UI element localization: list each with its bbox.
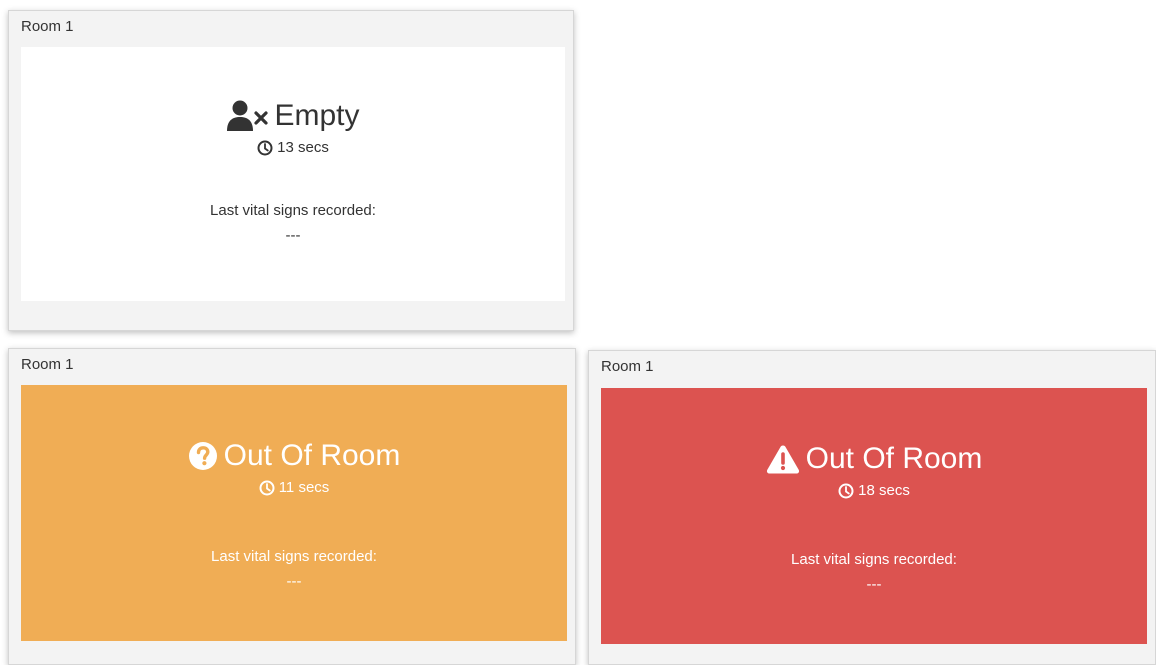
warning-triangle-icon (766, 444, 800, 474)
status-panel: Empty 13 secs Last vital signs recorded:… (21, 47, 565, 301)
vitals-label: Last vital signs recorded: (211, 548, 377, 565)
room-title: Room 1 (601, 358, 654, 375)
elapsed-time: 11 secs (278, 479, 330, 496)
room-card-empty[interactable]: Room 1 Empty 13 secs Last vital signs re… (8, 10, 574, 331)
vitals-value: --- (286, 573, 302, 590)
question-circle-icon (188, 441, 218, 471)
elapsed-time: 18 secs (858, 482, 910, 499)
clock-icon (257, 140, 273, 156)
status-label: Out Of Room (805, 442, 983, 475)
clock-icon (259, 480, 275, 496)
vitals-label: Last vital signs recorded: (791, 551, 957, 568)
status-label: Empty (274, 99, 360, 132)
room-title: Room 1 (21, 356, 74, 373)
user-times-icon (226, 100, 269, 132)
status-panel: Out Of Room 18 secs Last vital signs rec… (601, 388, 1147, 644)
clock-icon (838, 483, 854, 499)
room-card-out-of-room-alert[interactable]: Room 1 Out Of Room 18 secs Last vital si… (588, 350, 1156, 665)
room-card-out-of-room-warning[interactable]: Room 1 Out Of Room 11 secs Last vital si… (8, 348, 576, 665)
status-label: Out Of Room (223, 439, 401, 472)
status-panel: Out Of Room 11 secs Last vital signs rec… (21, 385, 567, 641)
vitals-value: --- (285, 227, 301, 244)
vitals-label: Last vital signs recorded: (210, 202, 376, 219)
vitals-value: --- (866, 576, 882, 593)
room-title: Room 1 (21, 18, 74, 35)
elapsed-time: 13 secs (277, 139, 329, 156)
